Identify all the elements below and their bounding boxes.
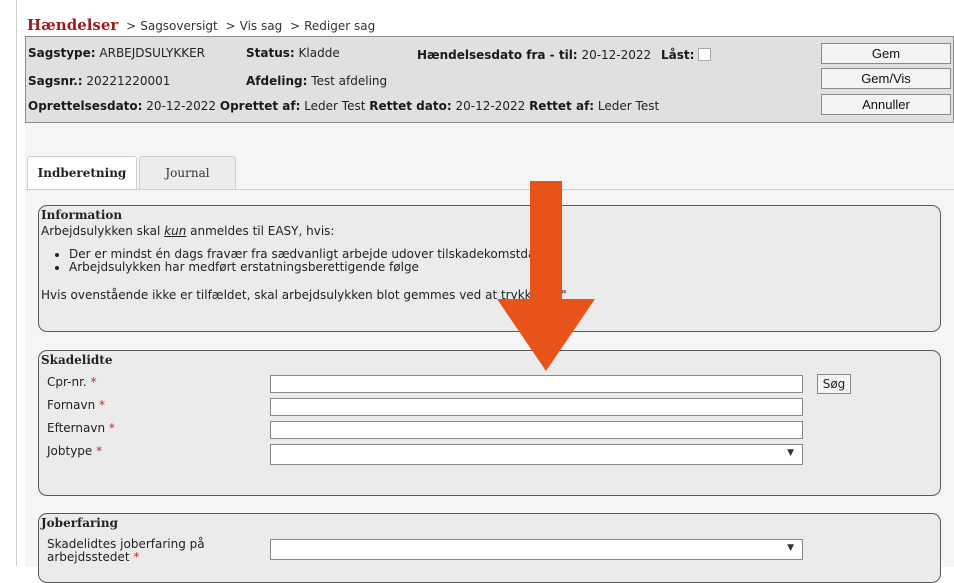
down-arrow-icon (497, 181, 595, 371)
cpr-input[interactable] (270, 375, 803, 393)
soeg-button[interactable]: Søg (817, 374, 851, 394)
information-footer: Hvis ovenstående ikke er tilfældet, skal… (41, 288, 567, 302)
gem-vis-button[interactable]: Gem/Vis (821, 68, 951, 89)
breadcrumb-separator: > (225, 19, 236, 33)
skadelidte-section: Skadelidte Cpr-nr. * Søg Fornavn * Efter… (38, 350, 941, 496)
sagsnr-field: Sagsnr.: 20221220001 (28, 74, 171, 88)
afdeling-field: Afdeling: Test afdeling (246, 74, 388, 88)
chevron-down-icon: ▼ (787, 448, 794, 458)
information-title: Information (41, 208, 123, 222)
joberfaring-select[interactable]: ▼ (270, 539, 803, 560)
breadcrumb: Hændelser > Sagsoversigt > Vis sag > Redige… (27, 16, 375, 34)
information-intro: Arbejdsulykken skal kun anmeldes til EAS… (41, 224, 335, 238)
status-field: Status: Kladde (246, 46, 340, 60)
jobtype-label: Jobtype * (47, 444, 103, 458)
fornavn-label: Fornavn * (47, 398, 106, 412)
efternavn-input[interactable] (270, 421, 803, 439)
breadcrumb-app-link[interactable]: Hændelser (27, 16, 118, 34)
laast-checkbox[interactable] (698, 48, 712, 61)
joberfaring-section: Joberfaring Skadelidtes joberfaring på a… (38, 513, 941, 583)
breadcrumb-item-vis-sag[interactable]: Vis sag (240, 19, 283, 33)
gem-button[interactable]: Gem (821, 43, 951, 64)
cpr-label: Cpr-nr. * (47, 375, 97, 389)
tab-indberetning[interactable]: Indberetning (27, 156, 137, 190)
joberfaring-title: Joberfaring (41, 516, 118, 530)
information-bullets: Der er mindst én dags fravær fra sædvanl… (53, 248, 558, 274)
jobtype-select[interactable]: ▼ (270, 444, 803, 465)
efternavn-label: Efternavn * (47, 421, 115, 435)
sagstype-field: Sagstype: ARBEJDSULYKKER (28, 46, 206, 60)
breadcrumb-item-sagsoversigt[interactable]: Sagsoversigt (140, 19, 218, 33)
annuller-button[interactable]: Annuller (821, 94, 951, 115)
audit-line: Oprettelsesdato: 20-12-2022 Oprettet af:… (28, 99, 660, 113)
haendelsesdato-field: Hændelsesdato fra - til: 20-12-2022 Låst… (417, 48, 712, 62)
chevron-down-icon: ▼ (787, 543, 794, 553)
case-header: Sagstype: ARBEJDSULYKKER Status: Kladde … (25, 36, 954, 123)
left-frame-border (16, 0, 17, 566)
fornavn-input[interactable] (270, 398, 803, 416)
breadcrumb-item-rediger-sag: Rediger sag (304, 19, 376, 33)
breadcrumb-separator: > (126, 19, 137, 33)
breadcrumb-separator: > (290, 19, 301, 33)
tab-journal[interactable]: Journal (139, 156, 236, 189)
joberfaring-label: Skadelidtes joberfaring på arbejdsstedet… (47, 537, 205, 564)
skadelidte-title: Skadelidte (41, 353, 113, 367)
information-section: Information Arbejdsulykken skal kun anme… (38, 205, 941, 332)
list-item: Arbejdsulykken har medført erstatningsbe… (69, 261, 558, 274)
